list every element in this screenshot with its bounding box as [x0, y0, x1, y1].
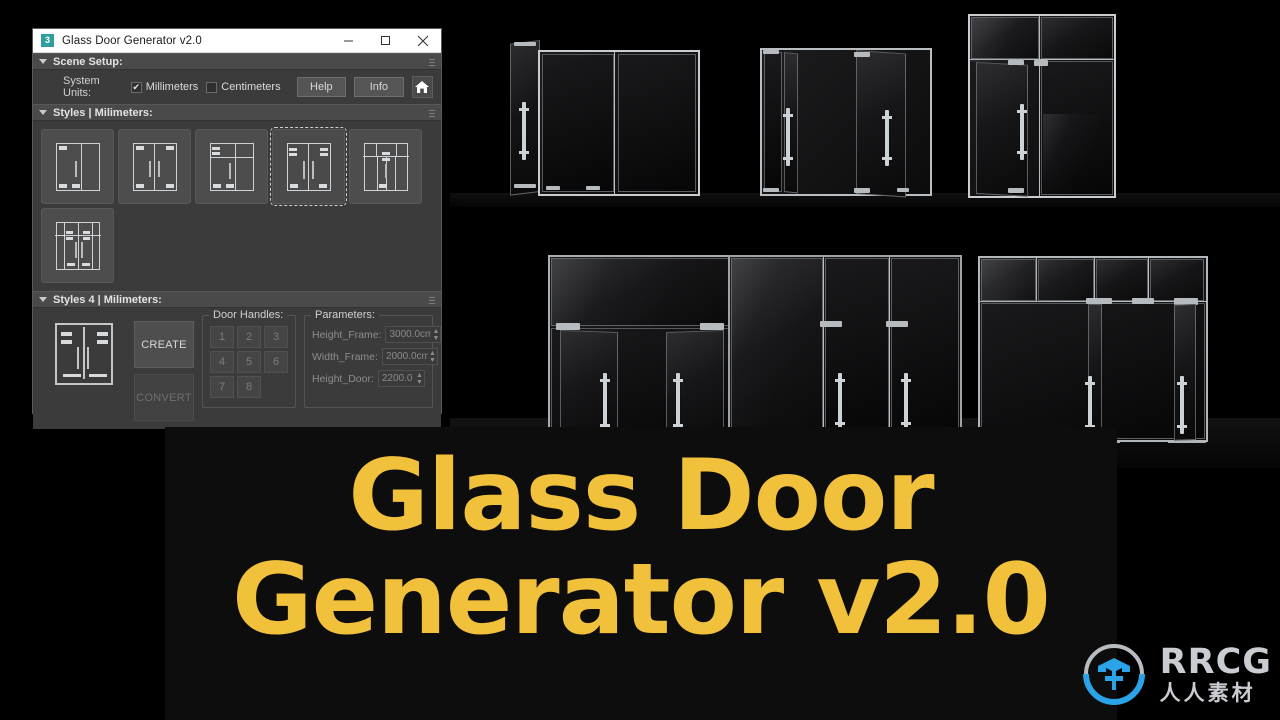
millimeters-label: Millimeters [145, 81, 199, 93]
styles-title: Styles | Milimeters: [53, 106, 153, 119]
door-handles-group: Door Handles: 1 2 3 4 5 6 7 8 [202, 309, 296, 408]
handle-button-7[interactable]: 7 [210, 376, 234, 398]
style-thumb-3[interactable] [195, 129, 268, 204]
style-thumb-6[interactable] [41, 208, 114, 283]
scene-setup-title: Scene Setup: [53, 55, 123, 68]
styles-header[interactable]: Styles | Milimeters: [33, 104, 441, 121]
convert-button[interactable]: CONVERT [134, 374, 194, 421]
rollout-grip-icon [429, 110, 435, 117]
handle-button-1[interactable]: 1 [210, 326, 234, 348]
style-thumb-5[interactable] [349, 129, 422, 204]
door-handles-label: Door Handles: [209, 309, 288, 321]
width-frame-value: 2000.0cm [385, 351, 428, 362]
height-frame-label: Height_Frame: [312, 328, 382, 341]
centimeters-checkbox[interactable]: Centimeters [206, 81, 281, 93]
parameters-group: Parameters: Height_Frame: 3000.0cm ▲ ▼ Wi… [304, 309, 442, 408]
overlay-title: Glass Door Generator v2.0 [165, 439, 1117, 657]
height-door-label: Height_Door: [312, 372, 374, 385]
render-double-door-open-left [510, 30, 700, 196]
help-button[interactable]: Help [296, 77, 347, 97]
glass-door-generator-window: 3 Glass Door Generator v2.0 Scene Setup:… [32, 28, 442, 429]
style-grid [41, 127, 433, 283]
styles-rollout: Styles | Milimeters: [33, 104, 441, 291]
style-thumb-1[interactable] [41, 129, 114, 204]
spinner-arrows-icon[interactable]: ▲ ▼ [428, 349, 437, 364]
height-door-value: 2200.0 [381, 373, 413, 384]
close-button[interactable] [404, 29, 441, 53]
handle-button-5[interactable]: 5 [237, 351, 261, 373]
handle-button-4[interactable]: 4 [210, 351, 234, 373]
door-handles-grid: 1 2 3 4 5 6 7 8 [210, 326, 288, 398]
render-wide-glass-wall [728, 255, 964, 447]
height-frame-value: 3000.0cm [389, 329, 432, 340]
collapse-triangle-icon [39, 297, 47, 302]
rrcg-brand-text: RRCG 人人素材 [1159, 641, 1272, 705]
render-door-with-transom [968, 14, 1118, 200]
minimize-button[interactable] [330, 29, 367, 53]
rrcg-brand-cn: 人人素材 [1159, 680, 1256, 705]
collapse-triangle-icon [39, 110, 47, 115]
style-detail-header[interactable]: Styles 4 | Milimeters: [33, 291, 441, 308]
close-icon [417, 35, 428, 46]
app-icon: 3 [41, 34, 54, 47]
style-detail-title: Styles 4 | Milimeters: [53, 293, 162, 306]
height-door-spinner[interactable]: 2200.0 ▲ ▼ [377, 370, 425, 387]
handle-button-2[interactable]: 2 [237, 326, 261, 348]
home-button[interactable] [411, 76, 433, 98]
home-icon [415, 81, 430, 93]
collapse-triangle-icon [39, 59, 47, 64]
handle-button-3[interactable]: 3 [264, 326, 288, 348]
render-double-swing-doors [548, 255, 738, 455]
centimeters-label: Centimeters [221, 81, 281, 93]
rrcg-logo-icon [1078, 638, 1150, 710]
render-double-door-open-both [760, 38, 940, 198]
width-frame-spinner[interactable]: 2000.0cm ▲ ▼ [381, 348, 438, 365]
parameters-label: Parameters: [311, 309, 379, 321]
system-units-label: System Units: [63, 75, 100, 99]
rrcg-watermark: RRCG 人人素材 [1078, 638, 1272, 710]
minimize-icon [344, 40, 353, 42]
overlay-title-line2: Generator v2.0 [232, 542, 1051, 657]
centimeters-checkbox-box [206, 81, 218, 93]
handle-button-6[interactable]: 6 [264, 351, 288, 373]
render-wide-glass-wall-transom [978, 256, 1210, 448]
height-frame-spinner[interactable]: 3000.0cm ▲ ▼ [385, 326, 442, 343]
parameter-row-height-frame: Height_Frame: 3000.0cm ▲ ▼ [312, 326, 442, 343]
handle-button-8[interactable]: 8 [237, 376, 261, 398]
style-detail-rollout: Styles 4 | Milimeters: CREATE CONVERT Do… [33, 291, 442, 429]
scene-setup-header[interactable]: Scene Setup: [33, 53, 441, 70]
screenshot-root: 3 Glass Door Generator v2.0 Scene Setup:… [0, 0, 1280, 720]
window-title: Glass Door Generator v2.0 [62, 34, 202, 47]
system-units-row: System Units: ✔ Millimeters Centimeters … [41, 75, 433, 99]
create-button[interactable]: CREATE [134, 321, 194, 368]
maximize-button[interactable] [367, 29, 404, 53]
window-titlebar: 3 Glass Door Generator v2.0 [33, 29, 441, 53]
info-button[interactable]: Info [354, 77, 404, 97]
parameter-row-height-door: Height_Door: 2200.0 ▲ ▼ [312, 370, 425, 387]
spinner-arrows-icon[interactable]: ▲ ▼ [431, 327, 440, 342]
scene-setup-body: System Units: ✔ Millimeters Centimeters … [33, 70, 441, 104]
millimeters-checkbox-box: ✔ [130, 81, 142, 93]
parameter-row-width-frame: Width_Frame: 2000.0cm ▲ ▼ [312, 348, 438, 365]
scene-setup-rollout: Scene Setup: System Units: ✔ Millimeters… [33, 53, 441, 104]
style-thumb-2[interactable] [118, 129, 191, 204]
millimeters-checkbox[interactable]: ✔ Millimeters [130, 81, 199, 93]
title-overlay: Glass Door Generator v2.0 [165, 427, 1117, 720]
rollout-grip-icon [429, 297, 435, 304]
action-buttons: CREATE CONVERT [134, 315, 194, 421]
styles-body [33, 121, 441, 291]
maximize-icon [381, 36, 390, 45]
overlay-title-line1: Glass Door [348, 439, 934, 553]
style-detail-body: CREATE CONVERT Door Handles: 1 2 3 4 5 6… [33, 308, 442, 429]
spinner-arrows-icon[interactable]: ▲ ▼ [415, 371, 424, 386]
width-frame-label: Width_Frame: [312, 350, 378, 363]
style-thumb-4[interactable] [270, 127, 347, 206]
rollout-grip-icon [429, 59, 435, 66]
style-preview [41, 315, 126, 397]
rrcg-brand: RRCG [1159, 641, 1272, 682]
